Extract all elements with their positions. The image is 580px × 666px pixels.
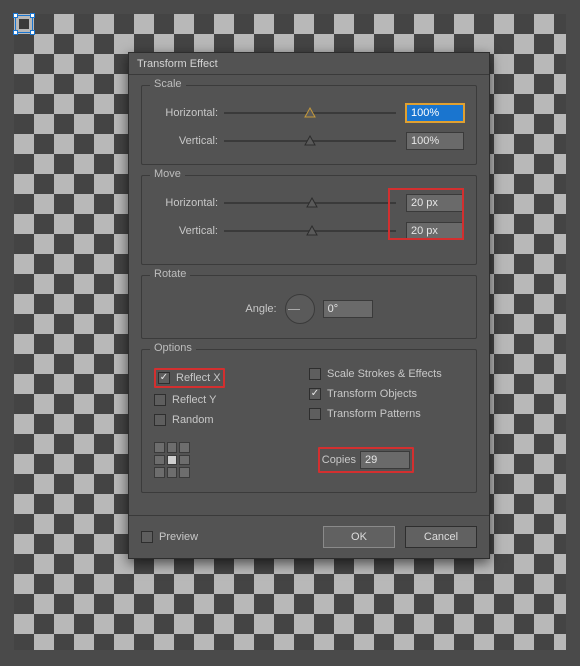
dialog-footer: Preview OK Cancel: [129, 515, 489, 558]
copies-label: Copies: [322, 454, 356, 466]
preview-checkbox[interactable]: Preview: [141, 531, 198, 543]
resize-handle-se[interactable]: [30, 30, 35, 35]
checkbox-icon: [158, 372, 170, 384]
move-group-title: Move: [150, 168, 185, 180]
options-group: Options Reflect X Reflect Y: [141, 349, 477, 493]
copies-input[interactable]: 29: [360, 451, 410, 469]
reflect-x-label: Reflect X: [176, 372, 221, 384]
anchor-center[interactable]: [167, 455, 178, 466]
selected-object[interactable]: [15, 15, 33, 33]
scale-vertical-label: Vertical:: [154, 135, 224, 147]
scale-group-title: Scale: [150, 78, 186, 90]
transform-effect-dialog: Transform Effect Scale Horizontal: 100% …: [128, 52, 490, 559]
checkbox-icon: [309, 388, 321, 400]
move-group: Move Horizontal: 20 px Vertical:: [141, 175, 477, 265]
move-vertical-label: Vertical:: [154, 225, 224, 237]
transform-patterns-checkbox[interactable]: Transform Patterns: [309, 408, 464, 420]
move-vertical-slider[interactable]: [224, 224, 396, 238]
slider-thumb-icon[interactable]: [304, 106, 316, 118]
move-horizontal-input[interactable]: 20 px: [406, 194, 464, 212]
reflect-y-label: Reflect Y: [172, 394, 216, 406]
resize-handle-nw[interactable]: [13, 13, 18, 18]
scale-horizontal-label: Horizontal:: [154, 107, 224, 119]
move-horizontal-slider[interactable]: [224, 196, 396, 210]
rotate-group-title: Rotate: [150, 268, 190, 280]
random-label: Random: [172, 414, 214, 426]
options-group-title: Options: [150, 342, 196, 354]
slider-thumb-icon[interactable]: [304, 134, 316, 146]
highlight-box: Copies 29: [318, 447, 414, 473]
scale-horizontal-input[interactable]: 100%: [406, 104, 464, 122]
rotate-group: Rotate Angle: 0°: [141, 275, 477, 339]
dialog-title: Transform Effect: [137, 58, 218, 70]
ok-button[interactable]: OK: [323, 526, 395, 548]
scale-horizontal-slider[interactable]: [224, 106, 396, 120]
transform-objects-checkbox[interactable]: Transform Objects: [309, 388, 464, 400]
angle-dial[interactable]: [285, 294, 315, 324]
rotate-angle-label: Angle:: [245, 303, 276, 315]
rotate-angle-input[interactable]: 0°: [323, 300, 373, 318]
highlight-box: Reflect X: [154, 368, 225, 388]
checkbox-icon: [309, 408, 321, 420]
move-horizontal-label: Horizontal:: [154, 197, 224, 209]
slider-thumb-icon[interactable]: [306, 224, 318, 236]
move-vertical-input[interactable]: 20 px: [406, 222, 464, 240]
resize-handle-sw[interactable]: [13, 30, 18, 35]
scale-group: Scale Horizontal: 100% Vertical:: [141, 85, 477, 165]
reflect-y-checkbox[interactable]: Reflect Y: [154, 394, 309, 406]
preview-label: Preview: [159, 531, 198, 543]
scale-vertical-slider[interactable]: [224, 134, 396, 148]
slider-thumb-icon[interactable]: [306, 196, 318, 208]
random-checkbox[interactable]: Random: [154, 414, 309, 426]
checkbox-icon: [309, 368, 321, 380]
checkbox-icon: [154, 394, 166, 406]
dialog-titlebar[interactable]: Transform Effect: [129, 53, 489, 75]
selected-object-fill: [19, 19, 29, 29]
scale-strokes-label: Scale Strokes & Effects: [327, 368, 442, 380]
resize-handle-ne[interactable]: [30, 13, 35, 18]
reflect-x-checkbox[interactable]: Reflect X: [158, 372, 221, 384]
checkbox-icon: [141, 531, 153, 543]
scale-vertical-input[interactable]: 100%: [406, 132, 464, 150]
transform-objects-label: Transform Objects: [327, 388, 417, 400]
anchor-point-selector[interactable]: [154, 442, 190, 478]
scale-strokes-checkbox[interactable]: Scale Strokes & Effects: [309, 368, 464, 380]
transform-patterns-label: Transform Patterns: [327, 408, 421, 420]
cancel-button[interactable]: Cancel: [405, 526, 477, 548]
checkbox-icon: [154, 414, 166, 426]
